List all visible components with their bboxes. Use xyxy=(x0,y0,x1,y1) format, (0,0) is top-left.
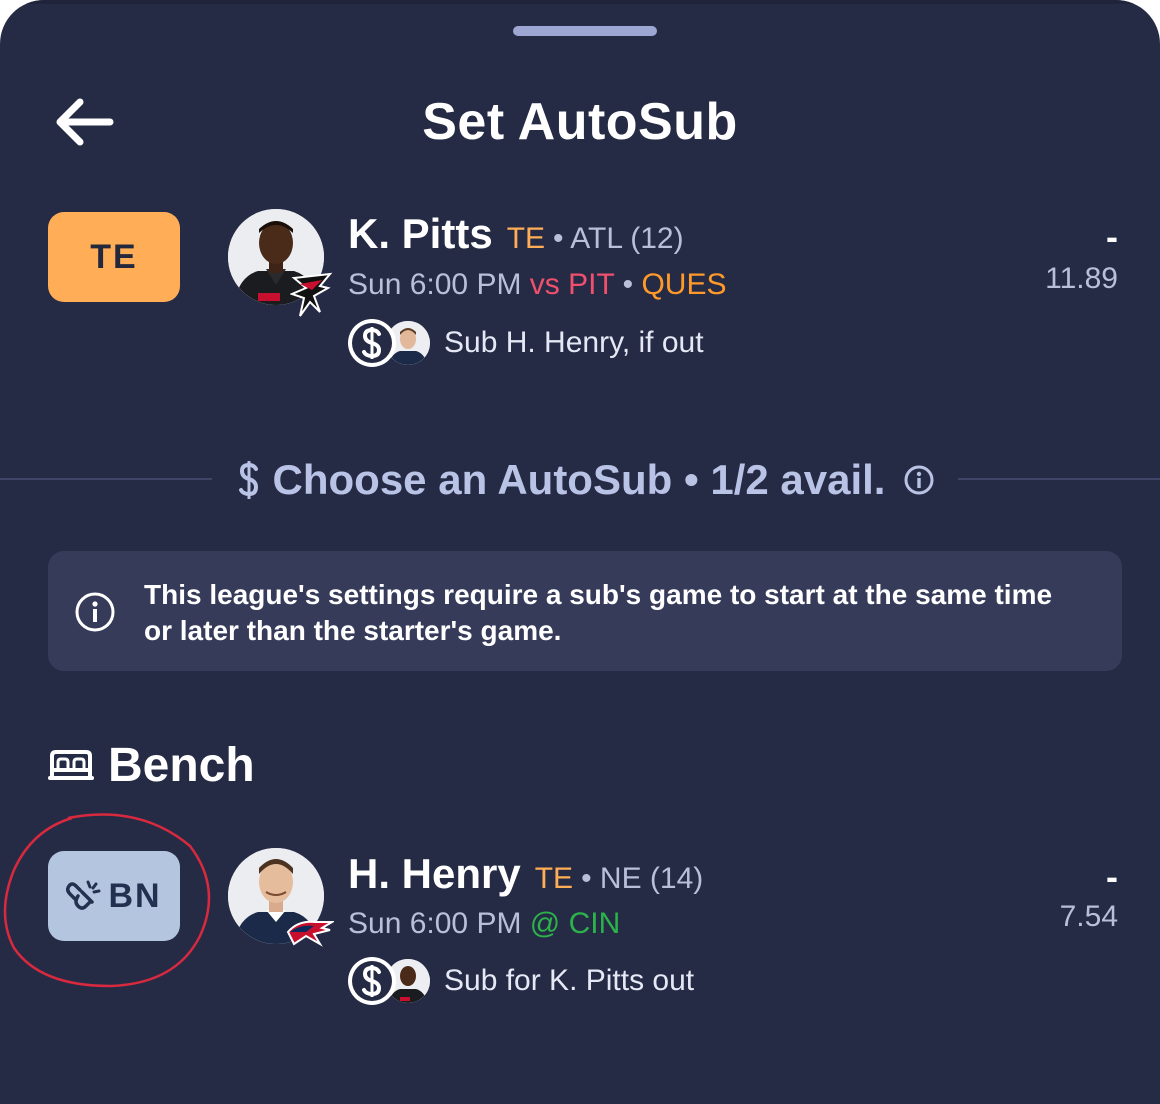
page-title: Set AutoSub xyxy=(422,93,738,151)
player-position: TE xyxy=(534,862,574,895)
player-name[interactable]: K. Pitts xyxy=(348,210,493,258)
bench-label: Bench xyxy=(108,739,255,792)
highlight-circle-annotation xyxy=(3,813,211,988)
autosub-assignment[interactable]: Sub H. Henry, if out xyxy=(348,316,704,370)
autosub-text: Sub for K. Pitts out xyxy=(444,964,695,997)
game-opponent: vs PIT xyxy=(529,268,615,301)
arrow-left-icon[interactable] xyxy=(52,96,116,148)
autosub-assignment[interactable]: Sub for K. Pitts out xyxy=(348,954,694,1008)
choose-autosub-pill[interactable]: Choose an AutoSub • 1/2 avail. xyxy=(212,443,958,517)
projection-dash: - xyxy=(1106,856,1118,897)
autosub-text: Sub H. Henry, if out xyxy=(444,326,704,359)
game-info-line: Sun 6:00 PM @ CIN xyxy=(348,907,620,941)
projection-dash: - xyxy=(1106,216,1118,257)
info-icon[interactable] xyxy=(903,464,935,496)
game-time: Sun 6:00 PM xyxy=(348,268,522,301)
projected-points: 7.54 xyxy=(1059,900,1118,933)
autosub-s-icon xyxy=(348,957,396,1005)
game-time: Sun 6:00 PM xyxy=(348,907,522,940)
player-team: • ATL (12) xyxy=(553,222,684,255)
player-name[interactable]: H. Henry xyxy=(348,850,521,898)
top-strip xyxy=(0,0,1160,4)
autosub-sheet: Set AutoSub TE K. Pitts TE • ATL (12) Su… xyxy=(0,0,1160,1104)
projected-points: 11.89 xyxy=(1045,262,1118,295)
choose-autosub-label: Choose an AutoSub • 1/2 avail. xyxy=(272,456,886,503)
game-opponent: @ CIN xyxy=(529,907,621,940)
game-info-line: Sun 6:00 PM vs PIT • QUES xyxy=(348,268,726,302)
player-team: • NE (14) xyxy=(581,862,704,895)
player-name-line: H. Henry TE • NE (14) xyxy=(348,850,703,898)
bench-section-header: Bench xyxy=(48,738,255,793)
sheet-grabber[interactable] xyxy=(513,26,657,36)
position-badge-label: TE xyxy=(90,237,138,276)
player-position: TE xyxy=(506,222,546,255)
injury-status: QUES xyxy=(641,268,727,301)
league-settings-notice: This league's settings require a sub's g… xyxy=(48,551,1122,671)
bed-icon xyxy=(48,749,94,780)
status-separator: • xyxy=(622,268,634,301)
position-badge-te[interactable]: TE xyxy=(48,212,180,302)
player-name-line: K. Pitts TE • ATL (12) xyxy=(348,210,684,258)
autosub-s-icon xyxy=(238,461,258,499)
patriots-logo-icon xyxy=(286,920,334,947)
falcons-logo-icon xyxy=(290,272,333,317)
notice-text: This league's settings require a sub's g… xyxy=(144,579,1053,646)
autosub-s-icon xyxy=(348,319,396,367)
info-icon xyxy=(75,592,115,632)
